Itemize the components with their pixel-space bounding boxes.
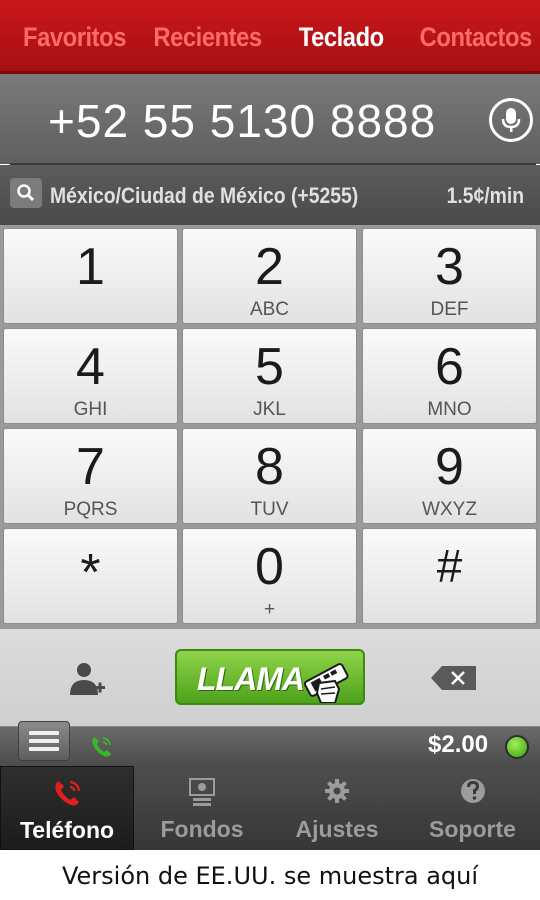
menu-line <box>29 731 59 735</box>
tab-contactos[interactable]: Contactos <box>420 22 533 53</box>
menu-line <box>29 747 59 751</box>
key-0[interactable]: 0 + <box>182 528 357 624</box>
key-digit: 9 <box>435 438 464 496</box>
add-person-icon <box>70 663 105 695</box>
key-letters: PQRS <box>63 499 118 520</box>
gear-icon <box>325 779 349 803</box>
key-letters: DEF <box>430 299 469 320</box>
nav-soporte[interactable]: Soporte <box>405 766 540 850</box>
phone-status-icon <box>92 737 111 757</box>
key-letters: WXYZ <box>422 499 477 520</box>
key-digit: 4 <box>76 338 105 396</box>
voice-input-button[interactable] <box>489 98 533 142</box>
microphone-icon <box>501 108 521 132</box>
location-search-button[interactable] <box>10 178 42 208</box>
key-digit: 0 <box>255 538 284 596</box>
nav-ajustes[interactable]: Ajustes <box>270 766 404 850</box>
help-icon <box>460 779 485 803</box>
key-digit: 2 <box>255 238 284 296</box>
key-8[interactable]: 8 TUV <box>182 428 357 524</box>
key-3[interactable]: 3 DEF <box>362 228 537 324</box>
key-letters: TUV <box>250 499 289 520</box>
key-letters: JKL <box>253 399 286 420</box>
key-6[interactable]: 6 MNO <box>362 328 537 424</box>
nav-fondos[interactable]: Fondos <box>135 766 269 850</box>
key-7[interactable]: 7 PQRS <box>3 428 178 524</box>
key-digit: * <box>80 544 101 602</box>
dialed-number[interactable]: +52 55 5130 8888 <box>48 94 436 148</box>
bottom-navigation: Teléfono Fondos Ajustes Soporte <box>0 766 540 850</box>
status-bar: $2.00 <box>0 721 540 766</box>
key-4[interactable]: 4 GHI <box>3 328 178 424</box>
key-hash[interactable]: # <box>362 528 537 624</box>
key-digit: 8 <box>255 438 284 496</box>
nav-label: Teléfono <box>19 817 115 843</box>
nav-label: Ajustes <box>295 816 379 842</box>
tab-recientes[interactable]: Recientes <box>153 22 262 53</box>
nav-telefono[interactable]: Teléfono <box>0 766 134 850</box>
action-row: LLAMA <box>0 629 540 726</box>
caption-text: Versión de EE.UU. se muestra aquí <box>0 850 540 900</box>
key-digit: # <box>436 540 463 592</box>
account-balance: $2.00 <box>428 731 489 758</box>
dial-keypad: 1 2 ABC 3 DEF 4 GHI 5 JKL 6 MNO 7 PQRS 8… <box>0 225 540 629</box>
key-2[interactable]: 2 ABC <box>182 228 357 324</box>
call-label: LLAMA <box>197 661 305 697</box>
phone-icon <box>55 780 81 806</box>
number-display: +52 55 5130 8888 <box>0 74 540 164</box>
online-status-indicator <box>505 735 529 759</box>
fist-phone-icon <box>303 663 349 703</box>
search-icon <box>17 184 35 202</box>
top-tab-bar: Favoritos Recientes Teclado Contactos <box>0 0 540 74</box>
nav-label: Fondos <box>160 816 244 842</box>
key-star[interactable]: * <box>3 528 178 624</box>
backspace-icon <box>431 666 476 690</box>
call-rate: 1.5¢/min <box>446 183 524 208</box>
key-digit: 1 <box>76 238 105 296</box>
call-button[interactable]: LLAMA <box>175 649 365 705</box>
key-letters: GHI <box>73 399 108 420</box>
key-letters: + <box>263 599 276 620</box>
tab-teclado[interactable]: Teclado <box>299 22 384 53</box>
key-letters: MNO <box>427 399 472 420</box>
key-1[interactable]: 1 <box>3 228 178 324</box>
location-name: México/Ciudad de México (+5255) <box>50 183 359 208</box>
menu-line <box>29 739 59 743</box>
money-icon <box>189 778 215 806</box>
key-5[interactable]: 5 JKL <box>182 328 357 424</box>
key-digit: 6 <box>435 338 464 396</box>
menu-button[interactable] <box>18 721 70 761</box>
key-digit: 5 <box>255 338 284 396</box>
backspace-button[interactable] <box>430 664 478 692</box>
key-9[interactable]: 9 WXYZ <box>362 428 537 524</box>
key-digit: 7 <box>76 438 105 496</box>
nav-label: Soporte <box>429 816 516 842</box>
add-contact-button[interactable] <box>68 659 108 699</box>
key-letters: ABC <box>249 299 290 320</box>
tab-favoritos[interactable]: Favoritos <box>23 22 126 53</box>
key-digit: 3 <box>435 238 464 296</box>
location-bar: México/Ciudad de México (+5255) 1.5¢/min <box>0 165 540 225</box>
